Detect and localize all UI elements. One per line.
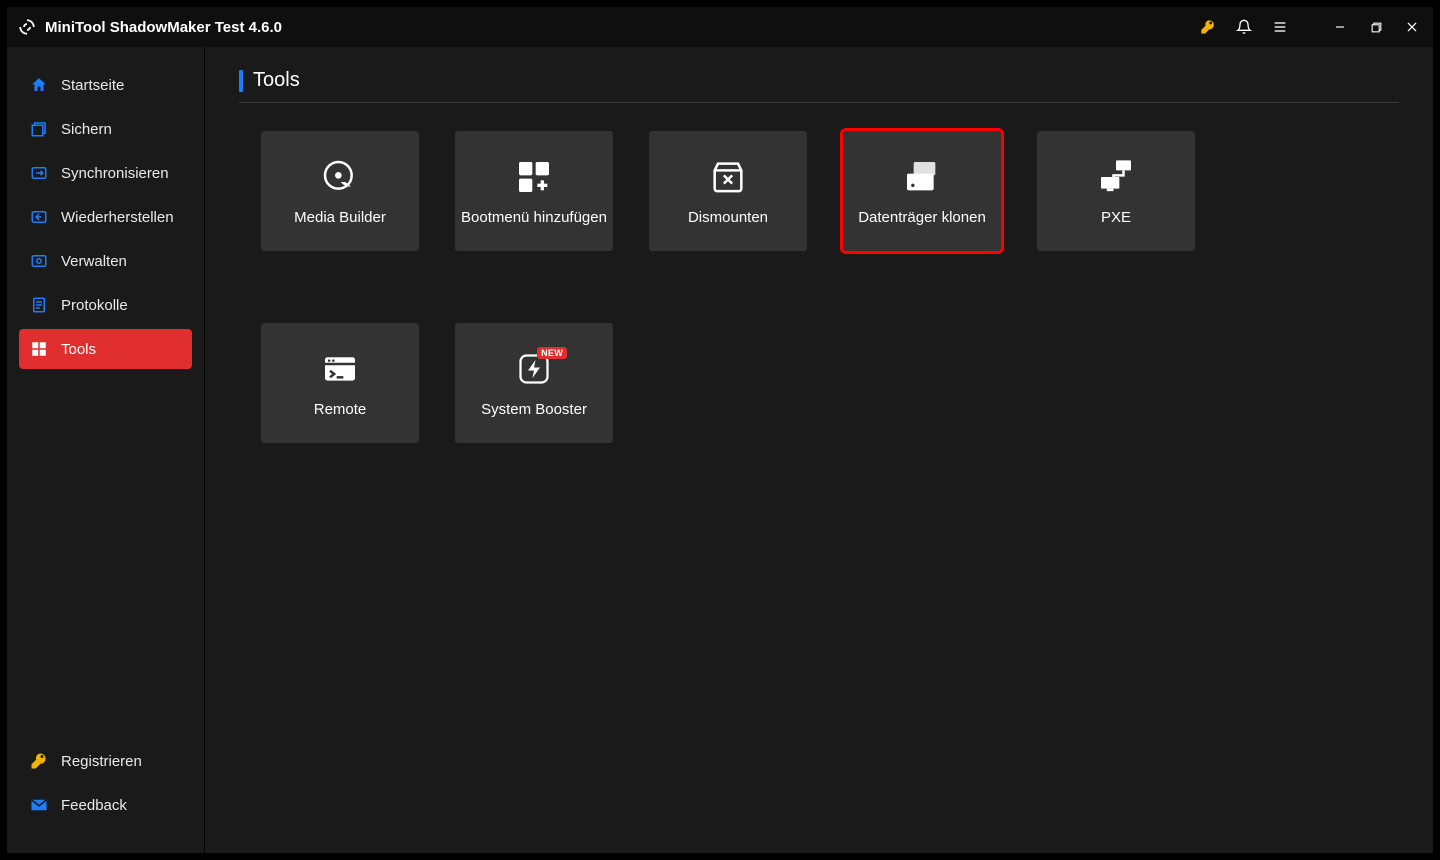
grid-plus-icon xyxy=(514,157,554,197)
key-icon xyxy=(29,751,49,771)
notification-icon[interactable] xyxy=(1233,16,1255,38)
app-window: MiniTool ShadowMaker Test 4.6.0 xyxy=(6,6,1434,854)
sidebar-item-label: Sichern xyxy=(61,121,112,138)
close-button[interactable] xyxy=(1401,16,1423,38)
menu-icon[interactable] xyxy=(1269,16,1291,38)
sidebar-register[interactable]: Registrieren xyxy=(19,741,192,781)
tile-label: Media Builder xyxy=(294,209,386,226)
restore-icon xyxy=(29,207,49,227)
key-icon[interactable] xyxy=(1197,16,1219,38)
sidebar-item-sync[interactable]: Synchronisieren xyxy=(19,153,192,193)
box-x-icon xyxy=(708,157,748,197)
sidebar-feedback[interactable]: Feedback xyxy=(19,785,192,825)
sidebar-item-label: Tools xyxy=(61,341,96,358)
backup-icon xyxy=(29,119,49,139)
sidebar-item-logs[interactable]: Protokolle xyxy=(19,285,192,325)
tool-system-booster[interactable]: NEW System Booster xyxy=(455,323,613,443)
titlebar: MiniTool ShadowMaker Test 4.6.0 xyxy=(7,7,1433,47)
tool-media-builder[interactable]: Media Builder xyxy=(261,131,419,251)
tool-remote[interactable]: Remote xyxy=(261,323,419,443)
home-icon xyxy=(29,75,49,95)
tile-label: Datenträger klonen xyxy=(858,209,986,226)
tools-grid-icon xyxy=(29,339,49,359)
sidebar-item-label: Verwalten xyxy=(61,253,127,270)
sync-icon xyxy=(29,163,49,183)
app-title: MiniTool ShadowMaker Test 4.6.0 xyxy=(45,19,282,36)
sidebar-item-startpage[interactable]: Startseite xyxy=(19,65,192,105)
sidebar-item-label: Protokolle xyxy=(61,297,128,314)
minimize-button[interactable] xyxy=(1329,16,1351,38)
sidebar-item-restore[interactable]: Wiederherstellen xyxy=(19,197,192,237)
sidebar-feedback-label: Feedback xyxy=(61,797,127,814)
new-badge: NEW xyxy=(537,347,567,359)
titlebar-actions xyxy=(1197,16,1423,38)
tool-pxe[interactable]: PXE xyxy=(1037,131,1195,251)
sidebar-register-label: Registrieren xyxy=(61,753,142,770)
tools-grid: Media Builder Bootmenü hinzufügen Dismou… xyxy=(239,131,1399,443)
tile-label: Dismounten xyxy=(688,209,768,226)
network-icon xyxy=(1096,157,1136,197)
terminal-icon xyxy=(320,349,360,389)
tool-dismount[interactable]: Dismounten xyxy=(649,131,807,251)
tile-label: System Booster xyxy=(481,401,587,418)
title-accent xyxy=(239,70,243,92)
disk-clone-icon xyxy=(902,157,942,197)
sidebar-item-manage[interactable]: Verwalten xyxy=(19,241,192,281)
sidebar-item-backup[interactable]: Sichern xyxy=(19,109,192,149)
app-logo-icon xyxy=(17,17,37,37)
tile-label: Remote xyxy=(314,401,367,418)
manage-icon xyxy=(29,251,49,271)
tile-label: PXE xyxy=(1101,209,1131,226)
logs-icon xyxy=(29,295,49,315)
page-title: Tools xyxy=(253,69,300,92)
mail-icon xyxy=(29,795,49,815)
sidebar-item-label: Wiederherstellen xyxy=(61,209,174,226)
tool-bootmenu-add[interactable]: Bootmenü hinzufügen xyxy=(455,131,613,251)
sidebar: Startseite Sichern Synchronisieren xyxy=(7,47,205,853)
tile-label: Bootmenü hinzufügen xyxy=(461,209,607,226)
sidebar-item-label: Startseite xyxy=(61,77,124,94)
maximize-button[interactable] xyxy=(1365,16,1387,38)
disc-icon xyxy=(320,157,360,197)
sidebar-item-label: Synchronisieren xyxy=(61,165,169,182)
main-content: Tools Media Builder Bootmenü hinzufügen xyxy=(205,47,1433,853)
sidebar-item-tools[interactable]: Tools xyxy=(19,329,192,369)
tool-disk-clone[interactable]: Datenträger klonen xyxy=(843,131,1001,251)
page-header: Tools xyxy=(239,69,1399,103)
